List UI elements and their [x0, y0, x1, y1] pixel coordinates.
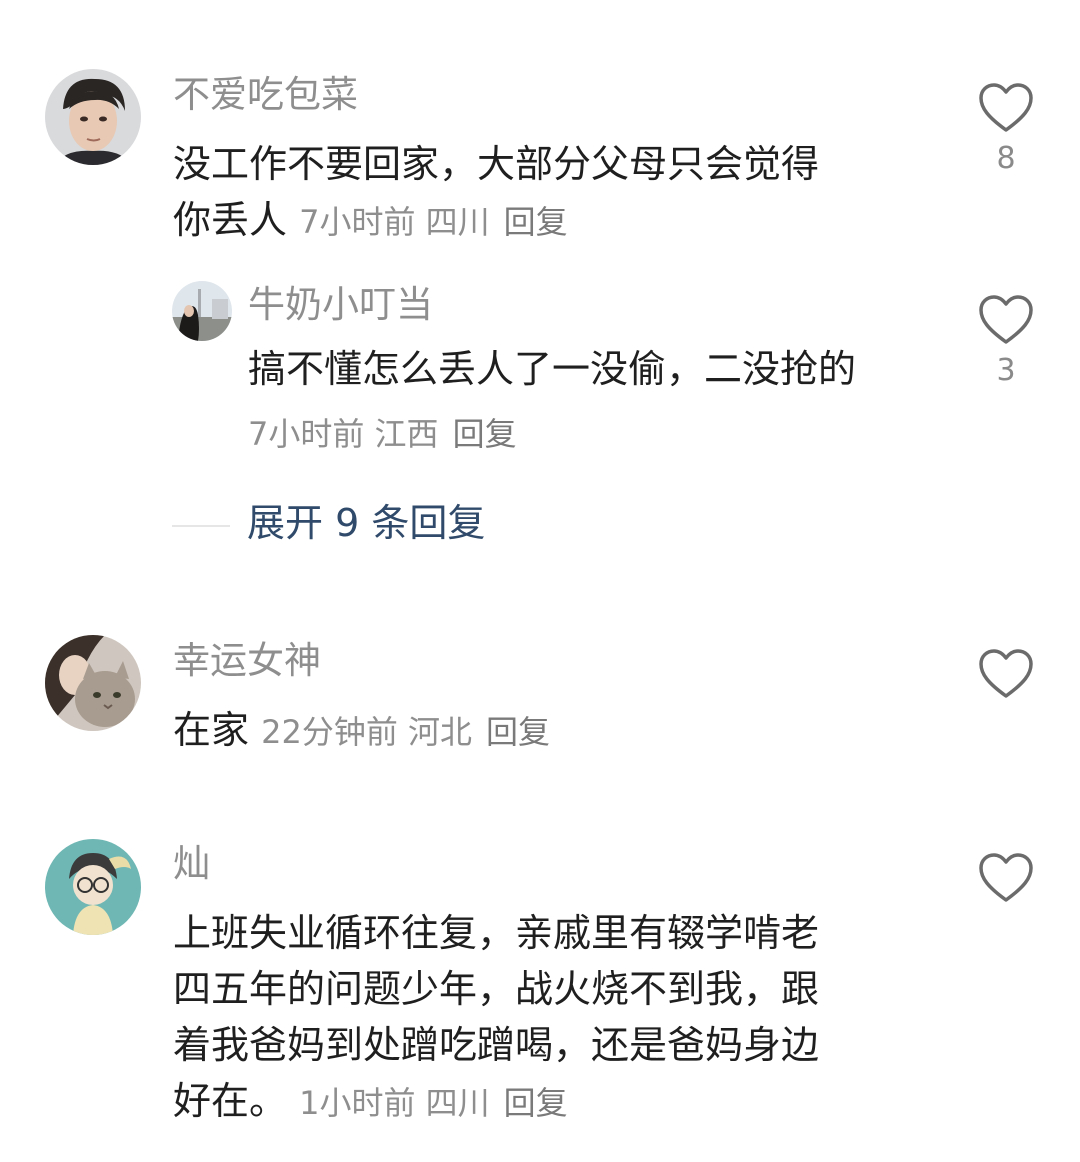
comment-text: 上班失业循环往复，亲戚里有辍学啃老 四五年的问题少年，战火烧不到我，跟 着我爸妈…	[173, 905, 933, 1131]
heart-icon	[979, 853, 1033, 902]
girl-with-cat-avatar-icon[interactable]	[45, 635, 141, 731]
comment-meta: 1小时前 四川 回复	[299, 1084, 568, 1122]
expand-replies-button[interactable]: 展开 9 条回复	[247, 504, 485, 542]
reply-button[interactable]: 回复	[504, 1084, 568, 1122]
heart-icon	[979, 295, 1033, 344]
reply-button[interactable]: 回复	[453, 415, 517, 453]
reply-meta: 7小时前 江西 回复	[248, 416, 517, 452]
comment-meta: 22分钟前 河北 回复	[261, 713, 550, 751]
comment-text-line: 上班失业循环往复，亲戚里有辍学啃老	[173, 911, 820, 955]
comment-meta: 7小时前 四川 回复	[299, 203, 568, 241]
comment-text: 在家 22分钟前 河北 回复	[173, 702, 933, 760]
comment-username[interactable]: 灿	[173, 845, 210, 882]
reply-button[interactable]: 回复	[504, 203, 568, 241]
like-count: 3	[996, 353, 1016, 388]
comment-username[interactable]: 不爱吃包菜	[173, 76, 358, 113]
expand-divider	[172, 525, 230, 527]
reply-button[interactable]: 回复	[486, 713, 550, 751]
heart-icon	[979, 83, 1033, 132]
girl-outdoor-avatar-icon[interactable]	[172, 281, 232, 341]
like-button[interactable]	[976, 648, 1036, 700]
comment-text-line: 好在。	[173, 1079, 288, 1123]
cartoon-boy-avatar-icon[interactable]	[45, 839, 141, 935]
reply-time: 7小时前	[248, 415, 365, 453]
comment-username[interactable]: 幸运女神	[173, 642, 321, 679]
comment-text-line: 没工作不要回家，大部分父母只会觉得	[173, 142, 820, 186]
comment-location: 河北	[408, 713, 473, 751]
like-button[interactable]: 3	[976, 294, 1036, 386]
reply-username[interactable]: 牛奶小叮当	[248, 286, 433, 323]
comment-location: 四川	[425, 1084, 490, 1122]
comment-text-line: 着我爸妈到处蹭吃蹭喝，还是爸妈身边	[173, 1023, 820, 1067]
reply-text: 搞不懂怎么丢人了一没偷，二没抢的	[248, 347, 857, 391]
young-man-avatar-icon[interactable]	[45, 69, 141, 165]
comment-time: 22分钟前	[261, 713, 398, 751]
like-count: 8	[996, 141, 1016, 176]
comment-text-line: 在家	[173, 708, 250, 752]
like-button[interactable]: 8	[976, 82, 1036, 174]
comment-time: 1小时前	[299, 1084, 416, 1122]
comment-text: 没工作不要回家，大部分父母只会觉得 你丢人 7小时前 四川 回复	[173, 136, 933, 250]
comment-text-line: 四五年的问题少年，战火烧不到我，跟	[173, 967, 820, 1011]
comment-time: 7小时前	[299, 203, 416, 241]
heart-icon	[979, 649, 1033, 698]
like-button[interactable]	[976, 852, 1036, 904]
reply-location: 江西	[374, 415, 439, 453]
comment-location: 四川	[425, 203, 490, 241]
comment-text-line: 你丢人	[173, 198, 288, 242]
